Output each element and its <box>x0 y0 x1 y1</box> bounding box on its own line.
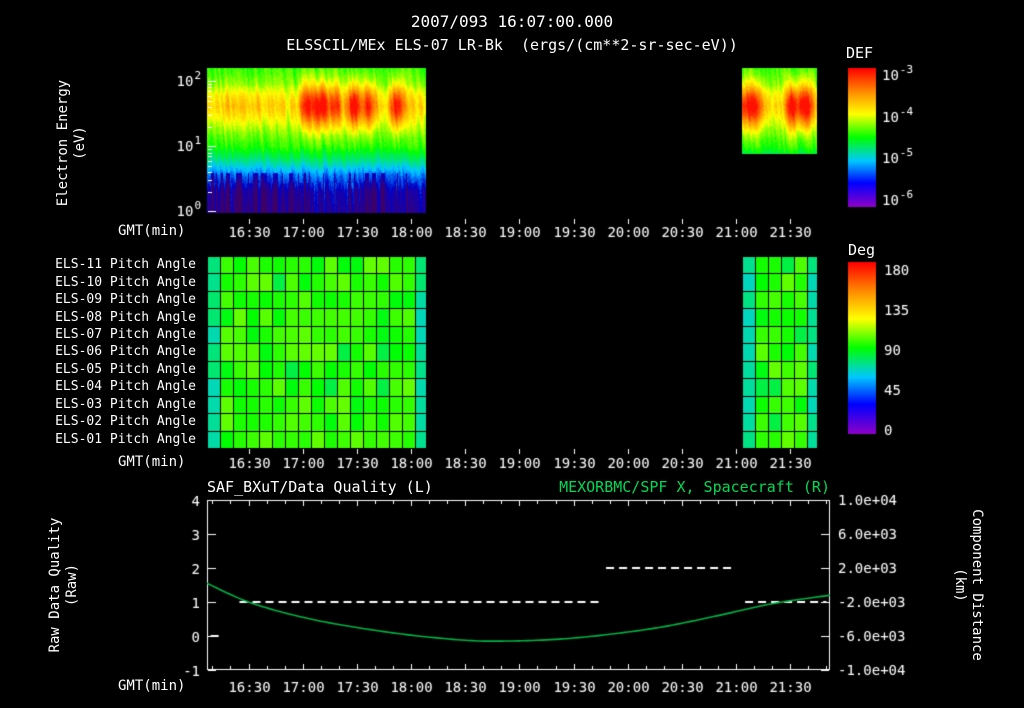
gmt-label-bottom: GMT(min) <box>118 678 186 694</box>
energy-axis-label: Electron Energy (eV) <box>52 58 92 228</box>
pitch-row-label: ELS-01 Pitch Angle <box>55 431 196 447</box>
energy-axis-label-line2: (eV) <box>72 126 88 160</box>
pitch-row-label: ELS-08 Pitch Angle <box>55 309 196 325</box>
raw-quality-axis-label-line2: (Raw) <box>64 563 80 607</box>
bottom-left-series-title: SAF_BXuT/Data Quality (L) <box>207 478 433 496</box>
component-distance-axis-label-line2: (km) <box>952 568 968 602</box>
pitch-row-label: ELS-09 Pitch Angle <box>55 292 196 308</box>
pitch-row-label: ELS-02 Pitch Angle <box>55 414 196 430</box>
raw-quality-axis-label: Raw Data Quality (Raw) <box>44 490 84 680</box>
gmt-label-middle: GMT(min) <box>118 454 186 470</box>
component-distance-axis-label-line1: Component Distance <box>969 509 985 661</box>
pitch-row-label: ELS-05 Pitch Angle <box>55 361 196 377</box>
energy-axis-label-line1: Electron Energy <box>55 79 71 207</box>
pitch-row-label: ELS-10 Pitch Angle <box>55 274 196 290</box>
pitch-row-label: ELS-11 Pitch Angle <box>55 257 196 273</box>
pitch-row-label: ELS-07 Pitch Angle <box>55 327 196 343</box>
pitch-row-label: ELS-06 Pitch Angle <box>55 344 196 360</box>
pitch-row-label: ELS-03 Pitch Angle <box>55 396 196 412</box>
colorbar-title-deg: Deg <box>848 241 876 259</box>
raw-quality-axis-label-line1: Raw Data Quality <box>47 517 63 653</box>
colorbar-title-def: DEF <box>846 44 874 62</box>
component-distance-axis-label: Component Distance (km) <box>948 490 988 680</box>
page-title: 2007/093 16:07:00.000 <box>410 12 614 31</box>
pitch-angle-row-labels: ELS-11 Pitch Angle ELS-10 Pitch Angle EL… <box>0 256 201 448</box>
plot-page: 2007/093 16:07:00.000 ELSSCIL/MEx ELS-07… <box>0 0 1024 708</box>
pitch-row-label: ELS-04 Pitch Angle <box>55 379 196 395</box>
bottom-right-series-title: MEXORBMC/SPF X, Spacecraft (R) <box>559 478 830 496</box>
gmt-label-top: GMT(min) <box>118 223 186 239</box>
